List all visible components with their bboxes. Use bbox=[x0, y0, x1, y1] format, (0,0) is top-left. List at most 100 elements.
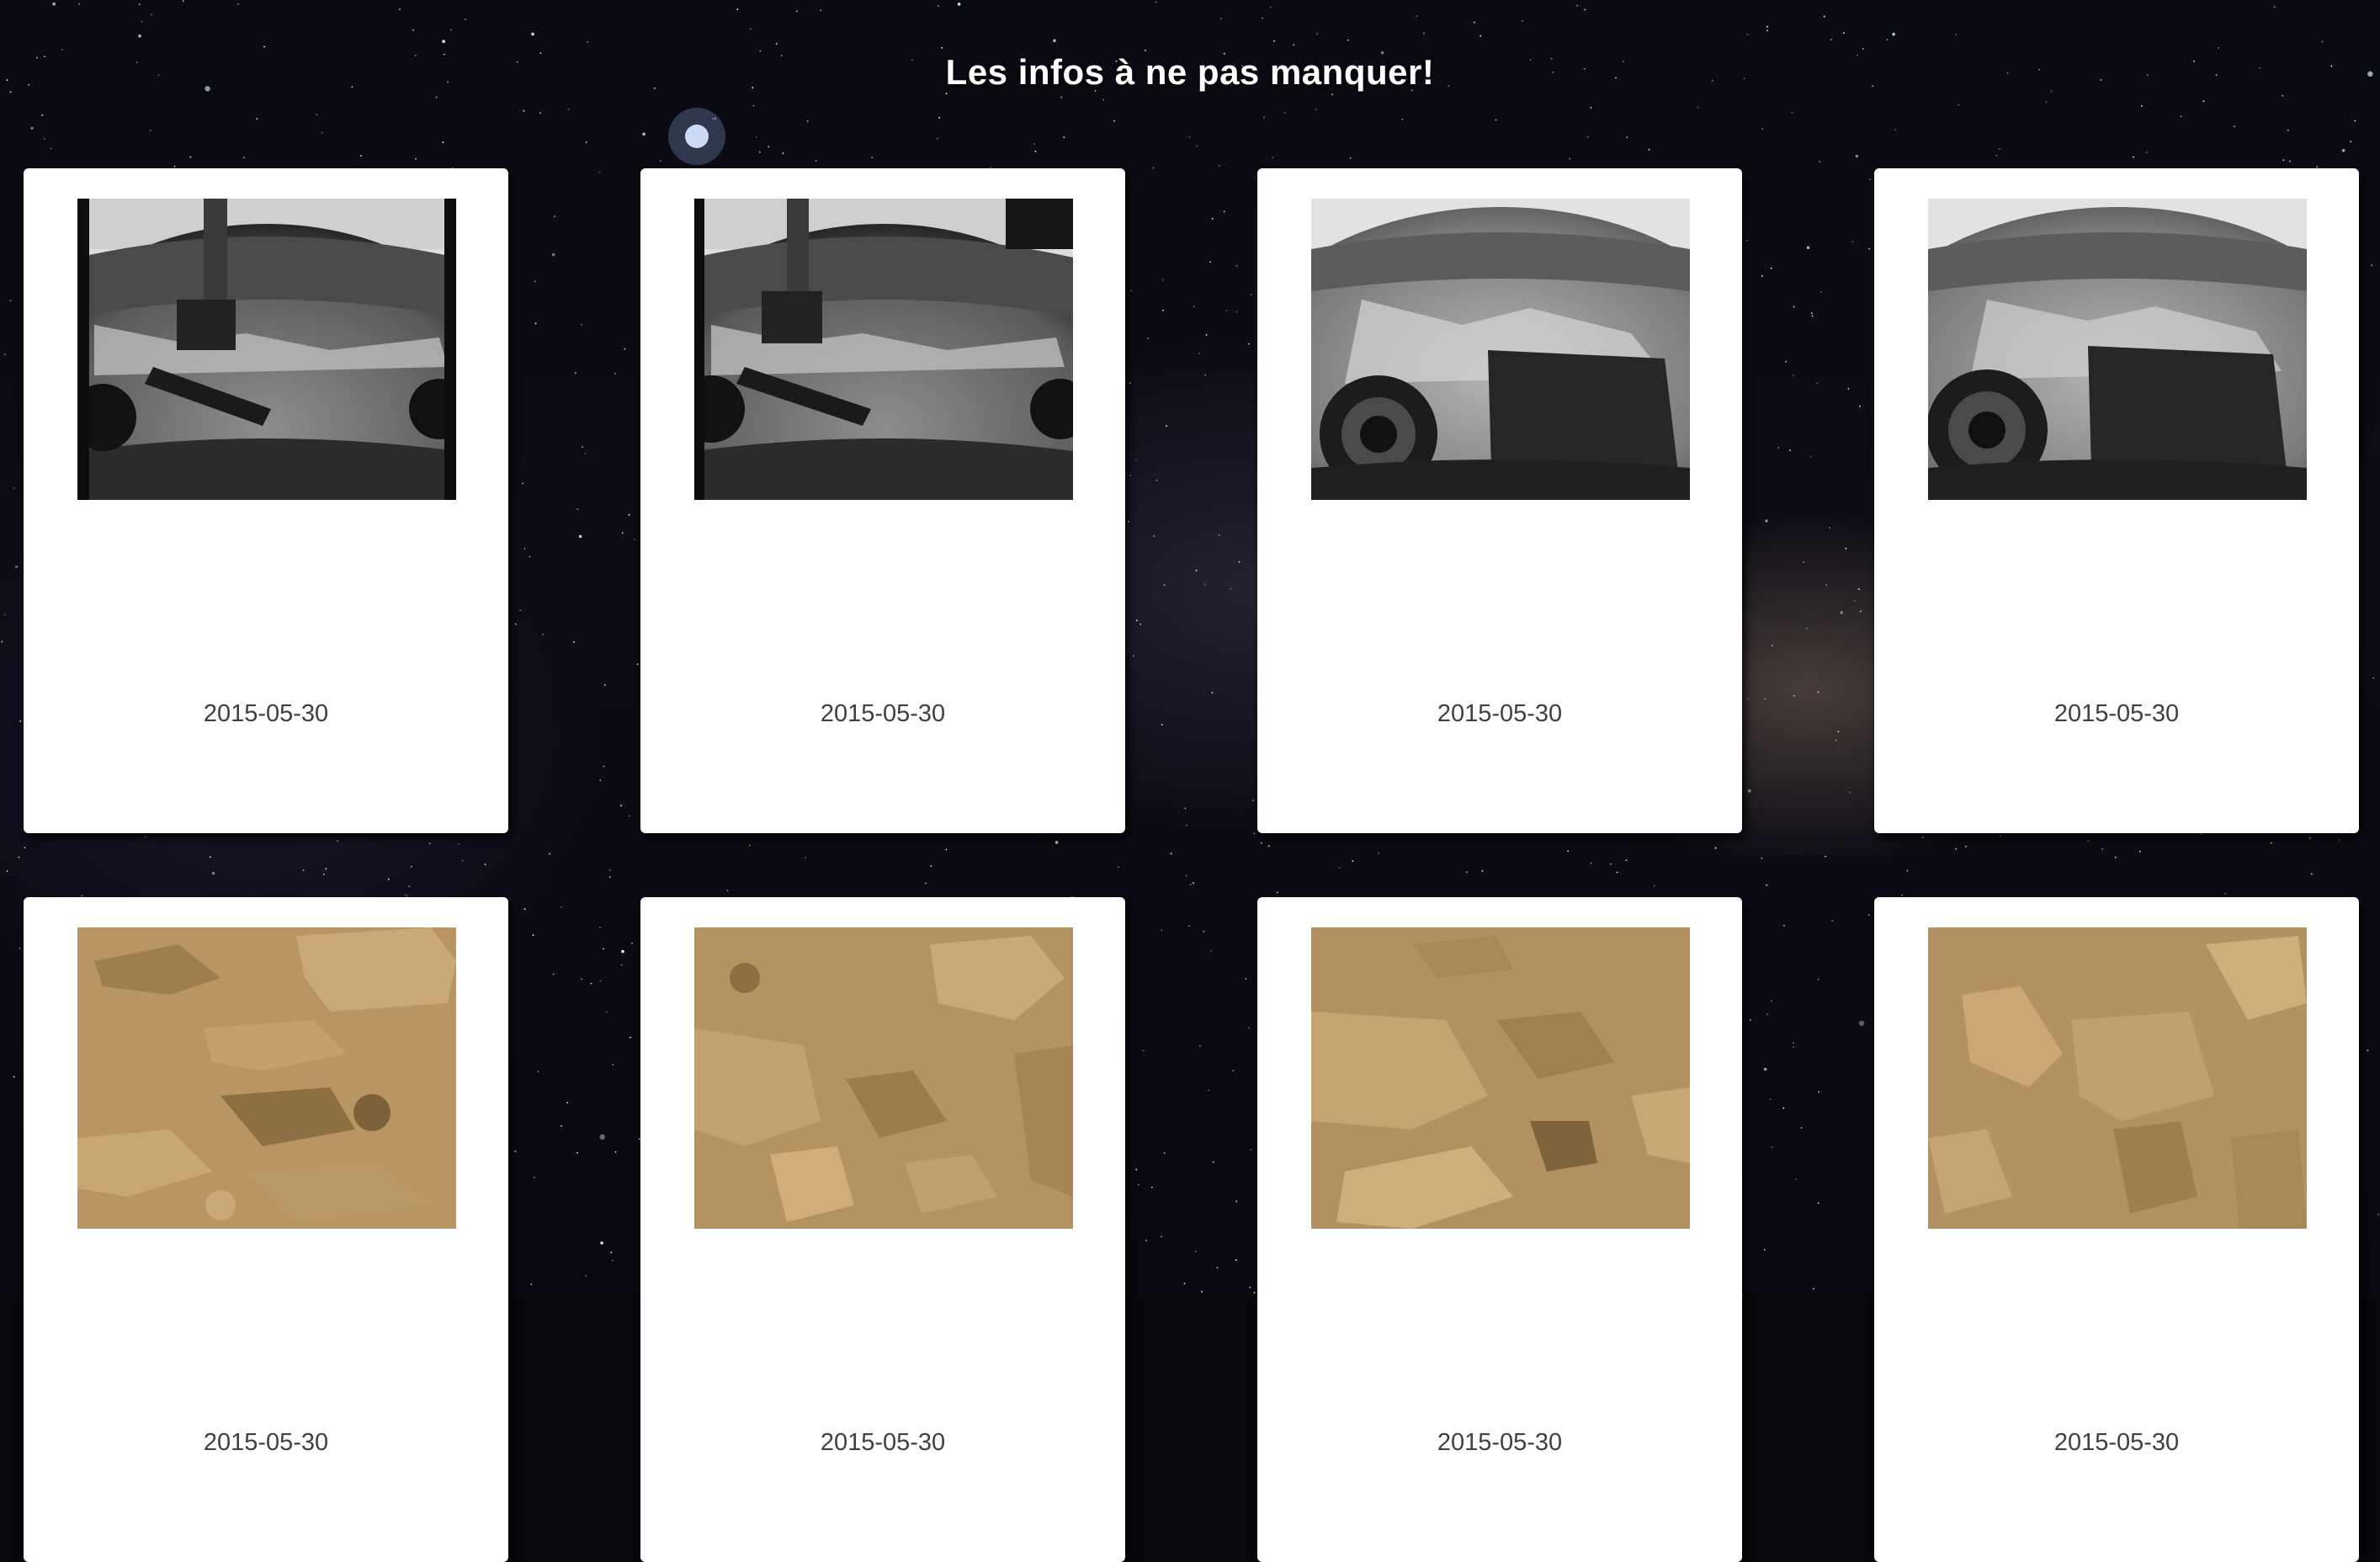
star bbox=[1761, 857, 1763, 859]
star bbox=[608, 869, 611, 871]
mars-rover-wheel-shadow-photo bbox=[1311, 199, 1690, 500]
star bbox=[1201, 1291, 1203, 1293]
star bbox=[599, 1134, 605, 1140]
photo-card[interactable]: 2015-05-30 bbox=[24, 897, 508, 1562]
star bbox=[1203, 930, 1205, 932]
star bbox=[399, 8, 401, 10]
star bbox=[1901, 894, 1904, 896]
star bbox=[1170, 853, 1172, 855]
star bbox=[461, 859, 464, 862]
star bbox=[590, 982, 592, 985]
star bbox=[782, 152, 784, 155]
star bbox=[1161, 279, 1164, 281]
star bbox=[945, 93, 948, 94]
star bbox=[1958, 104, 1960, 106]
star bbox=[1584, 8, 1586, 11]
photo-card[interactable]: 2015-05-30 bbox=[1257, 897, 1742, 1562]
star bbox=[2289, 160, 2291, 162]
star bbox=[19, 948, 21, 949]
star bbox=[1161, 929, 1163, 932]
star bbox=[1272, 157, 1274, 159]
star bbox=[530, 1283, 533, 1285]
star bbox=[1338, 867, 1341, 869]
star bbox=[585, 141, 587, 143]
star bbox=[24, 847, 26, 849]
star bbox=[1829, 527, 1830, 529]
star bbox=[957, 3, 961, 6]
mars-surface-rocks-color-photo bbox=[77, 927, 456, 1229]
star bbox=[1853, 600, 1856, 603]
star bbox=[1765, 519, 1768, 523]
star bbox=[628, 513, 630, 516]
star bbox=[1263, 116, 1265, 119]
star bbox=[1858, 1020, 1865, 1027]
star bbox=[6, 870, 8, 872]
star bbox=[636, 663, 639, 666]
photo-date: 2015-05-30 bbox=[820, 700, 946, 727]
star bbox=[1155, 1, 1157, 3]
star bbox=[1855, 154, 1859, 158]
star bbox=[537, 1071, 539, 1073]
star bbox=[1034, 150, 1037, 152]
star bbox=[1616, 871, 1618, 874]
star bbox=[1811, 315, 1814, 317]
star bbox=[1777, 447, 1780, 449]
star bbox=[2145, 151, 2148, 154]
photo-card[interactable]: 2015-05-30 bbox=[1874, 897, 2359, 1562]
star bbox=[659, 160, 661, 162]
star bbox=[1766, 25, 1768, 28]
star bbox=[322, 874, 325, 875]
star bbox=[1803, 561, 1805, 563]
star bbox=[2218, 47, 2220, 49]
star bbox=[1245, 978, 1247, 980]
star bbox=[1212, 1161, 1214, 1163]
star bbox=[209, 856, 211, 858]
photo-card[interactable]: 2015-05-30 bbox=[640, 897, 1125, 1562]
star bbox=[599, 980, 602, 982]
star bbox=[189, 156, 192, 158]
star bbox=[2200, 833, 2202, 836]
star bbox=[514, 1150, 517, 1152]
star bbox=[630, 1036, 631, 1039]
star bbox=[1145, 1240, 1147, 1241]
photo-date: 2015-05-30 bbox=[1437, 700, 1563, 727]
star bbox=[2367, 1049, 2369, 1052]
star bbox=[621, 949, 624, 954]
star bbox=[585, 1274, 587, 1277]
star bbox=[600, 1241, 603, 1245]
star bbox=[1250, 294, 1252, 295]
photo-card[interactable]: 2015-05-30 bbox=[1874, 168, 2359, 833]
star bbox=[599, 927, 601, 929]
star bbox=[1416, 15, 1418, 17]
star bbox=[1277, 891, 1278, 894]
star bbox=[945, 848, 948, 851]
photo-card[interactable]: 2015-05-30 bbox=[24, 168, 508, 833]
star bbox=[415, 157, 417, 160]
star bbox=[726, 890, 729, 892]
star bbox=[2308, 837, 2311, 839]
star bbox=[1772, 645, 1773, 646]
photo-card[interactable]: 2015-05-30 bbox=[1257, 168, 1742, 833]
star bbox=[1163, 1152, 1166, 1154]
photo-card[interactable]: 2015-05-30 bbox=[640, 168, 1125, 833]
star bbox=[151, 13, 152, 16]
star bbox=[1155, 479, 1158, 481]
star bbox=[1793, 1042, 1795, 1044]
star bbox=[1347, 39, 1349, 41]
star bbox=[450, 29, 452, 31]
star bbox=[1216, 1267, 1219, 1269]
star bbox=[1868, 247, 1871, 250]
star bbox=[620, 964, 623, 966]
star bbox=[1033, 143, 1035, 146]
star bbox=[796, 10, 798, 13]
star bbox=[2101, 848, 2104, 850]
star bbox=[1198, 1044, 1201, 1047]
star bbox=[1060, 96, 1063, 98]
star bbox=[242, 157, 245, 159]
star bbox=[2180, 115, 2182, 118]
mars-surface-rocks-color-photo bbox=[1311, 927, 1690, 1229]
star bbox=[237, 3, 240, 5]
star bbox=[1785, 360, 1788, 363]
star bbox=[1248, 343, 1250, 345]
star bbox=[871, 157, 874, 159]
